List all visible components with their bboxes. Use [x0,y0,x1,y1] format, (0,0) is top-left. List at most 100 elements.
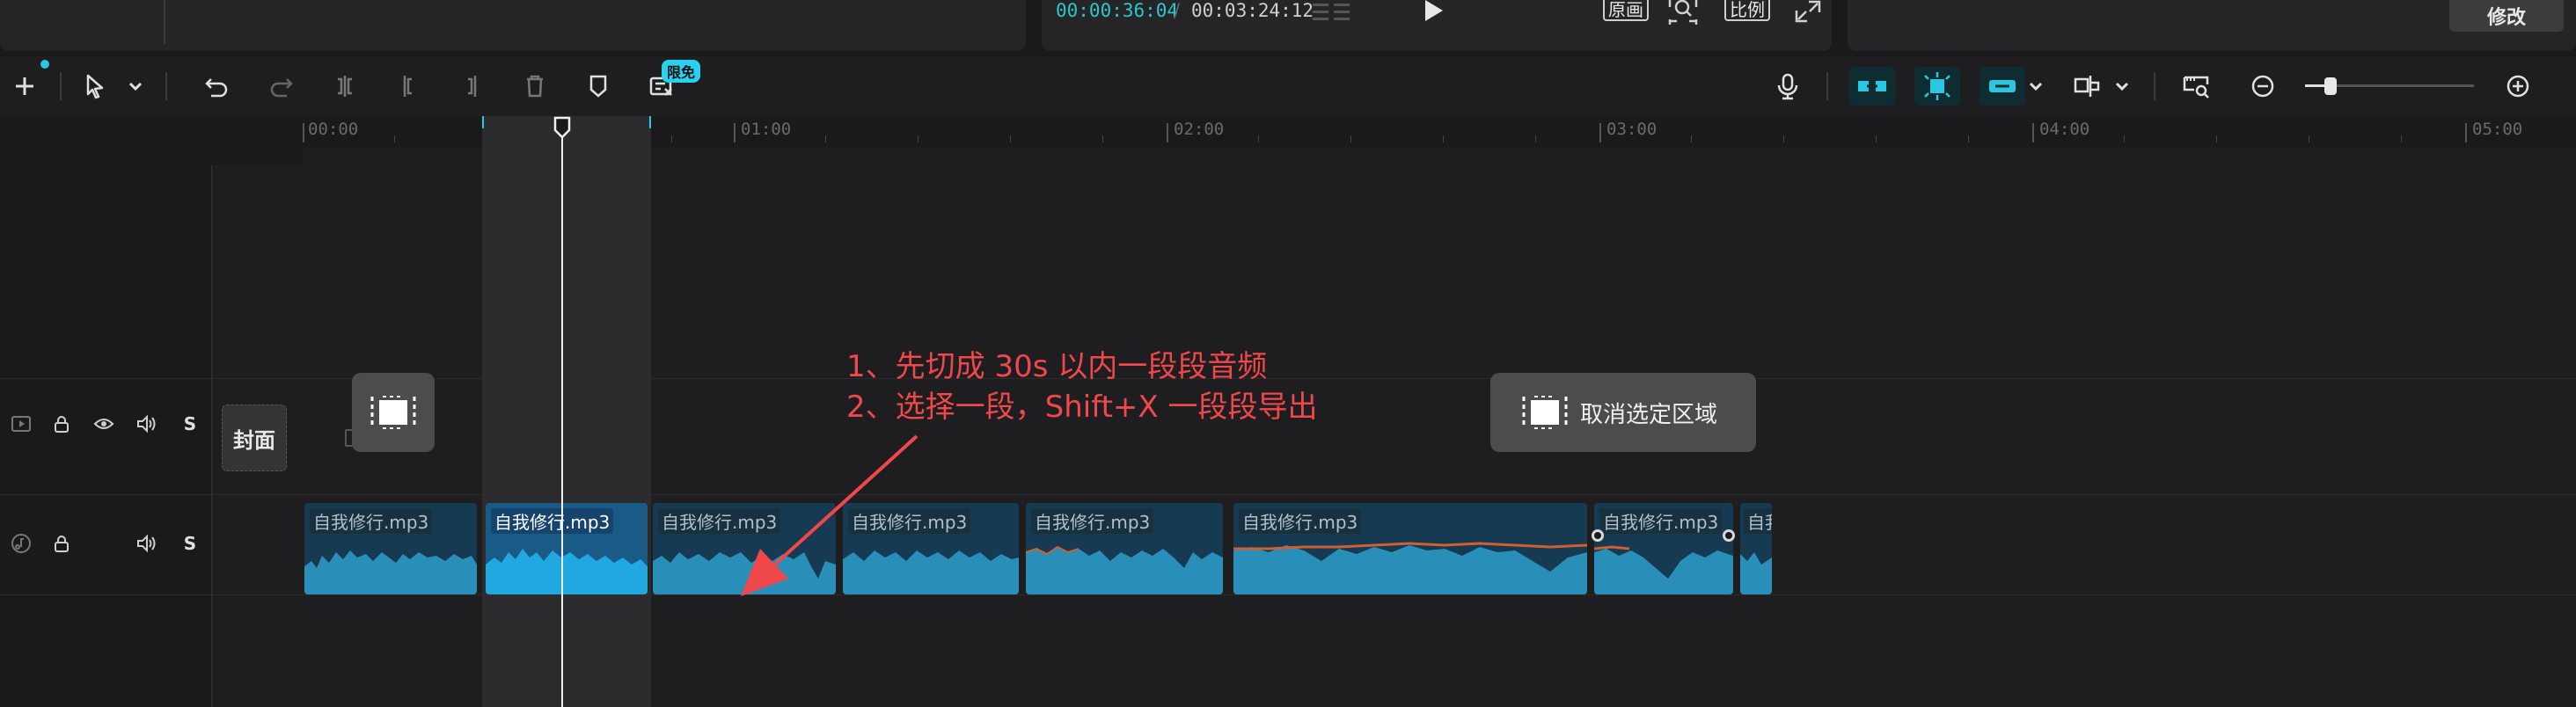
zoom-fit-icon[interactable] [1668,0,1698,25]
ruler-label: 02:00 [1174,120,1225,139]
instruction-annotation: 1、先切成 30s 以内一段段音频 2、选择一段，Shift+X 一段段导出 [846,346,1318,427]
select-cursor-icon[interactable] [77,69,113,104]
list-icon[interactable] [1313,0,1350,23]
ruler-tick [1102,135,1103,142]
deselect-range-button[interactable]: 取消选定区域 [1490,373,1756,452]
timeline-toolbar [0,56,2576,116]
ruler-label: 05:00 [2472,120,2523,139]
current-timecode: 00:00:36:04 [1056,0,1179,21]
delete-icon[interactable] [517,69,553,104]
main-track-magnet-button[interactable] [1849,67,1895,106]
speaker-icon[interactable] [134,412,158,436]
auto-snap-button[interactable] [1914,67,1960,106]
chevron-down-icon[interactable] [2111,74,2133,98]
eye-icon[interactable] [91,412,116,436]
trim-left-icon[interactable] [391,69,426,104]
solo-toggle[interactable]: S [178,531,202,556]
clip-label: 自我修行.mp3 [310,508,433,534]
microphone-icon[interactable] [1770,69,1805,104]
lock-icon[interactable] [49,531,74,556]
ruler-tick [734,123,735,142]
ruler-tick [303,123,304,142]
audio-clip[interactable]: 自我修行.mp3 [1233,503,1587,594]
deselect-range-label: 取消选定区域 [1580,401,1718,428]
solo-toggle[interactable]: S [178,412,202,436]
ruler-tick [2032,123,2034,142]
clip-label: 自我 [1744,508,1772,534]
fade-handle[interactable] [1592,529,1604,542]
toolbar-divider [60,72,62,100]
link-icon [1989,80,2016,92]
ruler-tick [1691,135,1692,142]
audio-clip[interactable]: 自我 [1740,503,1772,594]
ruler-tick [1599,123,1601,142]
waveform [304,550,477,594]
preview-axis-icon[interactable] [2069,69,2104,104]
play-icon[interactable] [1422,0,1445,21]
original-quality-button[interactable]: 原画 [1603,0,1649,21]
panel-divider [164,0,165,44]
video-track-icon [9,412,33,436]
zoom-slider-handle[interactable] [2324,77,2337,95]
toolbar-divider [165,72,167,100]
selection-start-marker[interactable] [482,116,484,128]
cover-button[interactable]: 封面 [222,405,287,471]
annotation-line-1: 1、先切成 30s 以内一段段音频 [846,349,1268,384]
chevron-down-icon[interactable] [2025,74,2046,98]
waveform [486,549,648,594]
marker-icon[interactable] [581,69,616,104]
ruler-tick [1876,135,1877,142]
audio-clip[interactable]: 自我修行.mp3 [304,503,477,594]
playhead[interactable] [561,134,563,707]
free-limited-badge: 限免 [662,60,701,83]
ruler-tick [2465,123,2467,142]
properties-panel-bottom: 修改 [1848,0,2576,51]
toolbar-divider [1826,72,1828,100]
magnet-link-icon [1858,81,1886,91]
redo-icon[interactable] [264,69,299,104]
audio-clip[interactable]: 自我修行.mp3 [1594,503,1733,594]
waveform [1233,542,1587,594]
zoom-to-fit-timeline-icon[interactable] [2178,69,2214,104]
snap-icon [1924,72,1950,100]
split-icon[interactable] [327,69,362,104]
ruler-tick [1443,135,1444,142]
track-divider [0,494,2576,495]
aspect-ratio-button[interactable]: 比例 [1724,0,1770,21]
waveform [1594,545,1733,594]
player-controls: 00:00:36:04 / 00:03:24:12 原画 比例 [1042,0,1832,51]
ruler-tick [1167,123,1168,142]
trim-right-icon[interactable] [454,69,489,104]
fullscreen-icon[interactable] [1795,0,1821,23]
ruler-tick [1010,135,1011,142]
new-feature-dot [40,60,49,69]
ruler-tick [671,135,672,142]
linkage-button[interactable] [1980,67,2025,106]
ruler-tick [2216,135,2217,142]
zoom-in-icon[interactable] [2500,69,2536,104]
track-divider [0,594,2576,595]
audio-clip-selected[interactable]: 自我修行.mp3 [486,503,648,594]
waveform [1026,545,1223,594]
chevron-down-icon[interactable] [125,74,146,98]
timecode-separator: / [1174,0,1181,21]
audio-clip[interactable]: 自我修行.mp3 [1026,503,1223,594]
fade-handle[interactable] [1723,529,1735,542]
selection-end-marker[interactable] [649,116,651,128]
clip-label: 自我修行.mp3 [1031,508,1154,534]
selection-toggle-button[interactable] [352,373,435,452]
ruler-tick [394,135,395,142]
timeline-area: 00:00 01:00 02:00 03:00 04:00 05:00 S 封面… [0,116,2576,707]
lock-icon[interactable] [49,412,74,436]
ruler-tick [2401,135,2402,142]
clip-label: 自我修行.mp3 [1599,508,1723,534]
ruler-tick [2124,135,2125,142]
playhead-handle[interactable] [553,116,572,139]
range-select-icon [370,396,416,429]
zoom-out-icon[interactable] [2245,69,2280,104]
speaker-icon[interactable] [134,531,158,556]
undo-icon[interactable] [199,69,234,104]
add-icon[interactable] [7,69,42,104]
modify-button[interactable]: 修改 [2449,0,2564,32]
ruler-tick [1968,135,1969,142]
